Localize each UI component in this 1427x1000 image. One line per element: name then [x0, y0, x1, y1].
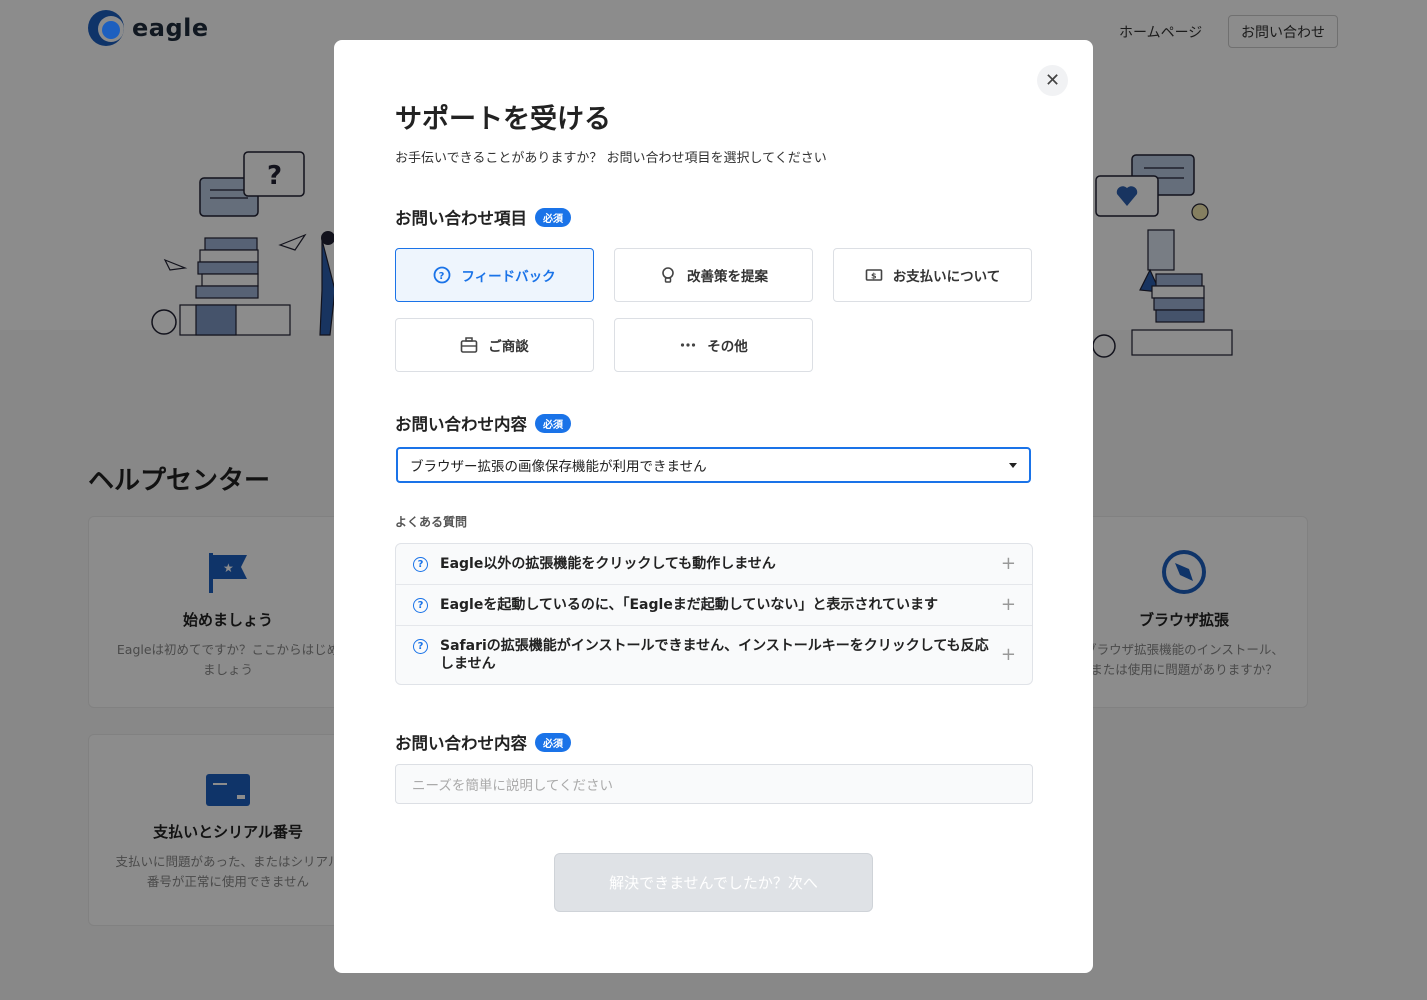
- close-button[interactable]: ✕: [1037, 65, 1068, 96]
- faq-question: Eagle以外の拡張機能をクリックしても動作しません: [440, 556, 776, 572]
- option-label: その他: [707, 339, 748, 355]
- option-label: 改善策を提案: [687, 269, 768, 285]
- support-modal: ✕ サポートを受ける お手伝いできることがありますか？ お問い合わせ項目を選択し…: [334, 40, 1093, 973]
- ellipsis-icon: [679, 336, 697, 354]
- topic-label: お問い合わせ内容: [395, 415, 527, 434]
- details-section-label: お問い合わせ内容 必須: [395, 730, 571, 754]
- topic-select-value: ブラウザー拡張の画像保存機能が利用できません: [410, 459, 707, 475]
- option-feedback[interactable]: ? フィードバック: [395, 248, 594, 302]
- option-label: フィードバック: [461, 269, 556, 285]
- faq-question: Safariの拡張機能がインストールできません、インストールキーをクリックしても…: [440, 638, 989, 672]
- question-circle-icon: ?: [433, 266, 451, 284]
- briefcase-icon: [460, 336, 478, 354]
- question-circle-icon: ?: [413, 639, 428, 654]
- faq-item[interactable]: ? Eagleを起動しているのに、「Eagleまだ起動していない」と表示されてい…: [396, 585, 1032, 626]
- required-badge: 必須: [535, 413, 571, 433]
- faq-list: ? Eagle以外の拡張機能をクリックしても動作しません + ? Eagleを起…: [395, 543, 1033, 685]
- lightbulb-icon: [659, 266, 677, 284]
- category-section-label: お問い合わせ項目 必須: [395, 205, 571, 229]
- topic-section-label: お問い合わせ内容 必須: [395, 411, 571, 435]
- faq-item[interactable]: ? Safariの拡張機能がインストールできません、インストールキーをクリックし…: [396, 626, 1032, 684]
- details-input[interactable]: ニーズを簡単に説明してください: [395, 764, 1033, 804]
- required-badge: 必須: [535, 207, 571, 227]
- caret-down-icon: [1009, 462, 1017, 468]
- required-badge: 必須: [535, 732, 571, 752]
- plus-icon[interactable]: +: [1001, 555, 1016, 573]
- option-payment[interactable]: $ お支払いについて: [833, 248, 1032, 302]
- question-circle-icon: ?: [413, 598, 428, 613]
- money-icon: $: [865, 266, 883, 284]
- plus-icon[interactable]: +: [1001, 596, 1016, 614]
- modal-title: サポートを受ける: [395, 104, 611, 135]
- details-label: お問い合わせ内容: [395, 734, 527, 753]
- plus-icon[interactable]: +: [1001, 646, 1016, 664]
- svg-text:$: $: [871, 272, 877, 281]
- next-button[interactable]: 解決できませんでしたか？次へ: [554, 853, 873, 912]
- option-label: ご商談: [488, 339, 529, 355]
- category-label: お問い合わせ項目: [395, 209, 527, 228]
- faq-label: よくある質問: [395, 515, 468, 529]
- option-suggest-improvement[interactable]: 改善策を提案: [614, 248, 813, 302]
- faq-question: Eagleを起動しているのに、「Eagleまだ起動していない」と表示されています: [440, 597, 938, 613]
- svg-text:?: ?: [439, 271, 445, 282]
- topic-select[interactable]: ブラウザー拡張の画像保存機能が利用できません: [396, 447, 1031, 483]
- option-other[interactable]: その他: [614, 318, 813, 372]
- question-circle-icon: ?: [413, 557, 428, 572]
- option-business-inquiry[interactable]: ご商談: [395, 318, 594, 372]
- details-placeholder: ニーズを簡単に説明してください: [412, 778, 614, 794]
- faq-item[interactable]: ? Eagle以外の拡張機能をクリックしても動作しません +: [396, 544, 1032, 585]
- modal-subtitle: お手伝いできることがありますか？ お問い合わせ項目を選択してください: [395, 151, 827, 166]
- option-label: お支払いについて: [892, 269, 1001, 285]
- close-icon: ✕: [1044, 70, 1061, 91]
